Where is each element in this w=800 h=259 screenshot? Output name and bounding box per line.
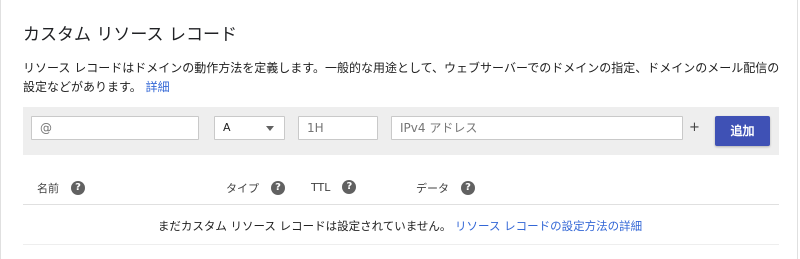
empty-state-message: まだカスタム リソース レコードは設定されていません。 リソース レコードの設定… <box>1 218 799 234</box>
record-type-value: A <box>223 121 231 134</box>
chevron-down-icon <box>266 126 274 131</box>
bottom-divider <box>23 244 779 245</box>
section-description: リソース レコードはドメインの動作方法を定義します。一般的な用途として、ウェブサ… <box>23 59 783 97</box>
column-header-data: データ ? <box>416 180 475 196</box>
learn-more-link[interactable]: 詳細 <box>146 80 170 94</box>
add-more-icon[interactable]: + <box>689 120 700 135</box>
host-name-input[interactable]: @ <box>31 116 199 140</box>
help-icon[interactable]: ? <box>71 181 85 195</box>
column-label-ttl: TTL <box>311 180 331 194</box>
add-record-bar: @ A 1H IPv4 アドレス + 追加 <box>23 107 779 155</box>
column-label-type: タイプ <box>226 182 259 195</box>
description-text: リソース レコードはドメインの動作方法を定義します。一般的な用途として、ウェブサ… <box>23 61 780 94</box>
column-header-type: タイプ ? <box>226 180 285 196</box>
section-title: カスタム リソース レコード <box>23 25 237 45</box>
help-icon[interactable]: ? <box>461 181 475 195</box>
setup-guide-link[interactable]: リソース レコードの設定方法の詳細 <box>455 219 642 233</box>
custom-records-card: カスタム リソース レコード リソース レコードはドメインの動作方法を定義します… <box>0 0 798 259</box>
add-button[interactable]: 追加 <box>715 116 770 146</box>
help-icon[interactable]: ? <box>342 180 357 194</box>
help-icon[interactable]: ? <box>271 181 285 195</box>
record-type-select[interactable]: A <box>214 116 285 140</box>
column-header-ttl: TTL ? <box>311 180 357 194</box>
column-label-name: 名前 <box>37 182 59 195</box>
column-label-data: データ <box>416 182 449 195</box>
ttl-input[interactable]: 1H <box>298 116 378 140</box>
empty-state-text: まだカスタム リソース レコードは設定されていません。 <box>157 219 452 233</box>
data-input[interactable]: IPv4 アドレス <box>391 116 683 140</box>
column-header-name: 名前 ? <box>37 180 85 196</box>
table-divider <box>23 204 779 205</box>
